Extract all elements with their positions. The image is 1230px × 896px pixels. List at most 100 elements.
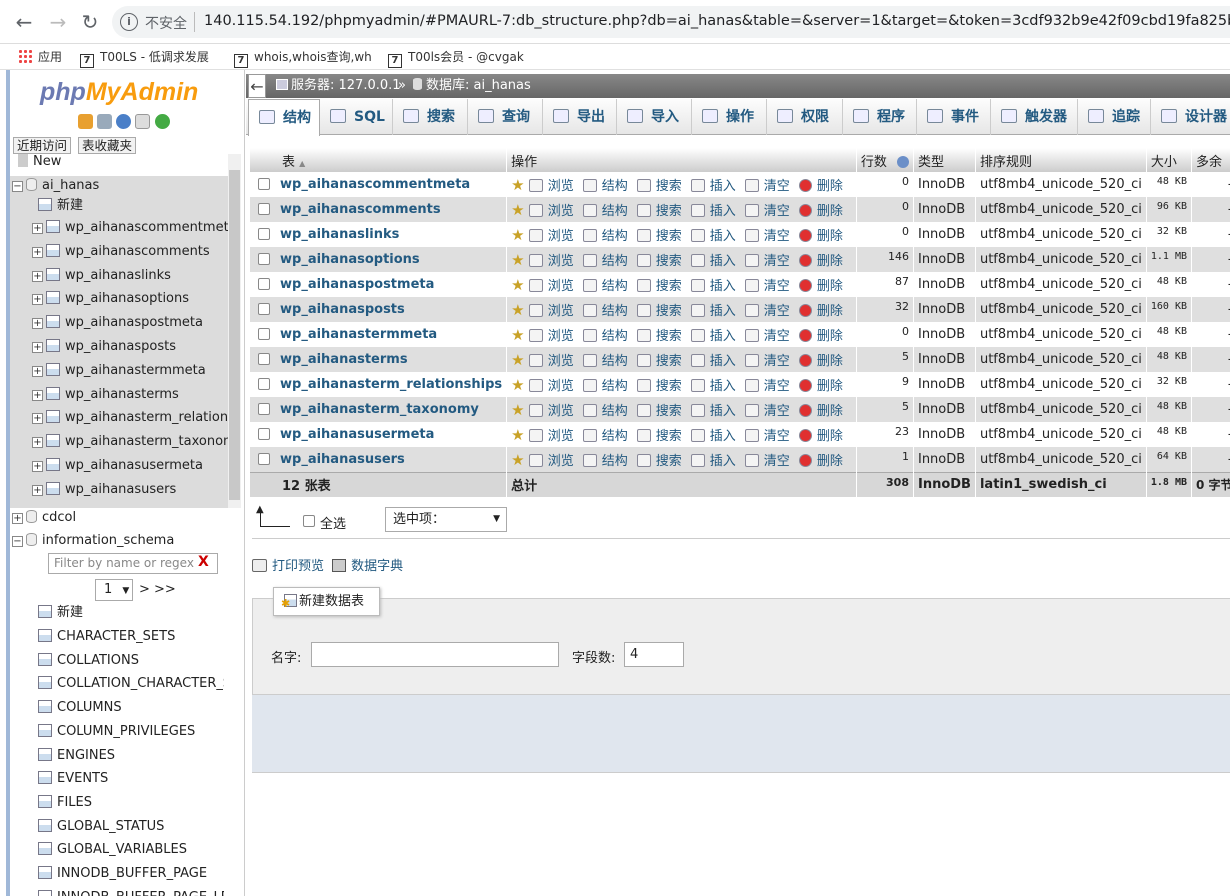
tree-db-ai-hanas[interactable]: − ai_hanas <box>12 176 99 196</box>
col-header-name[interactable]: 表 <box>282 155 295 170</box>
action-browse[interactable]: 浏览 <box>528 254 574 269</box>
row-size[interactable]: 32 KB <box>1146 372 1192 397</box>
favorite-star-icon[interactable]: ★ <box>511 401 524 419</box>
row-size[interactable]: 48 KB <box>1146 397 1192 422</box>
tree-table-item[interactable]: GLOBAL_STATUS <box>38 817 224 837</box>
action-browse[interactable]: 浏览 <box>528 429 574 444</box>
action-insert[interactable]: 插入 <box>690 254 736 269</box>
action-browse[interactable]: 浏览 <box>528 379 574 394</box>
tree-db-cdcol[interactable]: + cdcol <box>12 508 76 528</box>
col-header-size[interactable]: 大小 <box>1146 148 1192 172</box>
action-empty[interactable]: 清空 <box>744 404 790 419</box>
action-empty[interactable]: 清空 <box>744 279 790 294</box>
tree-table-item[interactable]: + wp_aihanaslinks <box>32 266 228 286</box>
tree-table-item[interactable]: + wp_aihanasoptions <box>32 289 228 309</box>
action-search[interactable]: 搜索 <box>636 453 682 469</box>
action-insert[interactable]: 插入 <box>690 179 736 194</box>
action-browse[interactable]: 浏览 <box>528 204 574 219</box>
action-search[interactable]: 搜索 <box>636 204 682 219</box>
action-search[interactable]: 搜索 <box>636 329 682 344</box>
action-structure[interactable]: 结构 <box>582 279 628 294</box>
address-bar[interactable]: i 不安全 140.115.54.192/phpmyadmin/#PMAURL-… <box>112 6 1230 38</box>
tab-tracking[interactable]: 追踪 <box>1078 99 1151 135</box>
bookmark-toolsvip[interactable]: 7 T00ls会员 - @cvgak <box>388 48 528 68</box>
bookmark-tools[interactable]: 7 T00LS - 低调求发展 <box>80 48 209 68</box>
action-search[interactable]: 搜索 <box>636 304 682 319</box>
tab-import[interactable]: 导入 <box>617 99 692 135</box>
row-size[interactable]: 1.1 MB <box>1146 247 1192 272</box>
action-empty[interactable]: 清空 <box>744 204 790 219</box>
row-size[interactable]: 64 KB <box>1146 447 1192 472</box>
action-browse[interactable]: 浏览 <box>528 279 574 294</box>
tree-table-item[interactable]: + wp_aihanasusermeta <box>32 456 228 476</box>
favorite-star-icon[interactable]: ★ <box>511 251 524 269</box>
collapse-icon[interactable]: − <box>12 536 23 547</box>
action-search[interactable]: 搜索 <box>636 179 682 194</box>
action-drop[interactable]: 删除 <box>798 229 843 244</box>
table-name-link[interactable]: wp_aihanasterms <box>280 352 408 367</box>
favorite-star-icon[interactable]: ★ <box>511 176 524 194</box>
favorite-star-icon[interactable]: ★ <box>511 326 524 344</box>
tree-table-item[interactable]: + wp_aihanastermmeta <box>32 361 228 381</box>
tab-designer[interactable]: 设计器 <box>1151 99 1230 135</box>
action-drop[interactable]: 删除 <box>798 279 843 294</box>
tab-search[interactable]: 搜索 <box>393 99 468 135</box>
expand-icon[interactable]: + <box>32 223 43 234</box>
favorite-star-icon[interactable]: ★ <box>511 351 524 369</box>
favorite-star-icon[interactable]: ★ <box>511 226 524 244</box>
col-header-rows[interactable]: 行数 <box>856 148 914 172</box>
tree-table-item[interactable]: + wp_aihanascommentmeta <box>32 218 228 238</box>
home-icon[interactable] <box>78 114 93 129</box>
tab-query[interactable]: 查询 <box>468 99 543 135</box>
tree-table-item[interactable]: INNODB_BUFFER_PAGE_LRU <box>38 888 224 896</box>
col-header-collation[interactable]: 排序规则 <box>975 148 1147 172</box>
tree-table-item[interactable]: EVENTS <box>38 769 224 789</box>
info-icon[interactable]: i <box>120 13 138 31</box>
row-checkbox[interactable] <box>258 203 270 215</box>
row-size[interactable]: 48 KB <box>1146 347 1192 372</box>
action-search[interactable]: 搜索 <box>636 379 682 394</box>
action-drop[interactable]: 删除 <box>798 379 843 394</box>
tree-db-information-schema[interactable]: − information_schema <box>12 531 174 551</box>
action-structure[interactable]: 结构 <box>582 354 628 369</box>
action-structure[interactable]: 结构 <box>582 304 628 319</box>
expand-icon[interactable]: + <box>32 294 43 306</box>
action-drop[interactable]: 删除 <box>798 304 843 319</box>
clear-filter-icon[interactable]: X <box>198 554 209 570</box>
favorite-star-icon[interactable]: ★ <box>511 451 524 469</box>
table-name-link[interactable]: wp_aihanasusers <box>280 452 405 467</box>
table-name-link[interactable]: wp_aihanaslinks <box>280 227 399 242</box>
action-browse[interactable]: 浏览 <box>528 329 574 344</box>
breadcrumb-server[interactable]: 服务器: 127.0.0.1 <box>276 74 401 98</box>
scrollbar-thumb[interactable] <box>229 170 240 500</box>
reload-icon[interactable]: ↻ <box>78 10 102 34</box>
action-insert[interactable]: 插入 <box>690 354 736 369</box>
action-search[interactable]: 搜索 <box>636 254 682 269</box>
action-browse[interactable]: 浏览 <box>528 304 574 319</box>
action-empty[interactable]: 清空 <box>744 254 790 269</box>
row-checkbox[interactable] <box>258 403 270 415</box>
action-drop[interactable]: 删除 <box>798 179 843 194</box>
action-structure[interactable]: 结构 <box>582 453 628 469</box>
bookmark-whois[interactable]: 7 whois,whois查询,wh <box>234 48 374 68</box>
row-checkbox[interactable] <box>258 378 270 390</box>
row-size[interactable]: 32 KB <box>1146 222 1192 247</box>
tree-table-item[interactable]: INNODB_BUFFER_PAGE <box>38 864 224 884</box>
row-checkbox[interactable] <box>258 428 270 440</box>
table-name-link[interactable]: wp_aihanascomments <box>280 202 441 217</box>
action-search[interactable]: 搜索 <box>636 229 682 244</box>
tree-table-item[interactable]: + wp_aihanasterms <box>32 385 228 405</box>
help-icon[interactable] <box>116 114 131 129</box>
page-nav[interactable]: > >> <box>139 582 176 597</box>
tree-table-item[interactable]: CHARACTER_SETS <box>38 627 224 647</box>
expand-icon[interactable]: + <box>32 437 43 449</box>
row-size[interactable]: 48 KB <box>1146 172 1192 197</box>
action-structure[interactable]: 结构 <box>582 404 628 419</box>
action-empty[interactable]: 清空 <box>744 229 790 244</box>
row-checkbox[interactable] <box>258 328 270 340</box>
action-browse[interactable]: 浏览 <box>528 229 574 244</box>
expand-icon[interactable]: + <box>12 513 23 524</box>
action-empty[interactable]: 清空 <box>744 379 790 394</box>
action-insert[interactable]: 插入 <box>690 204 736 219</box>
logout-icon[interactable] <box>97 114 112 129</box>
